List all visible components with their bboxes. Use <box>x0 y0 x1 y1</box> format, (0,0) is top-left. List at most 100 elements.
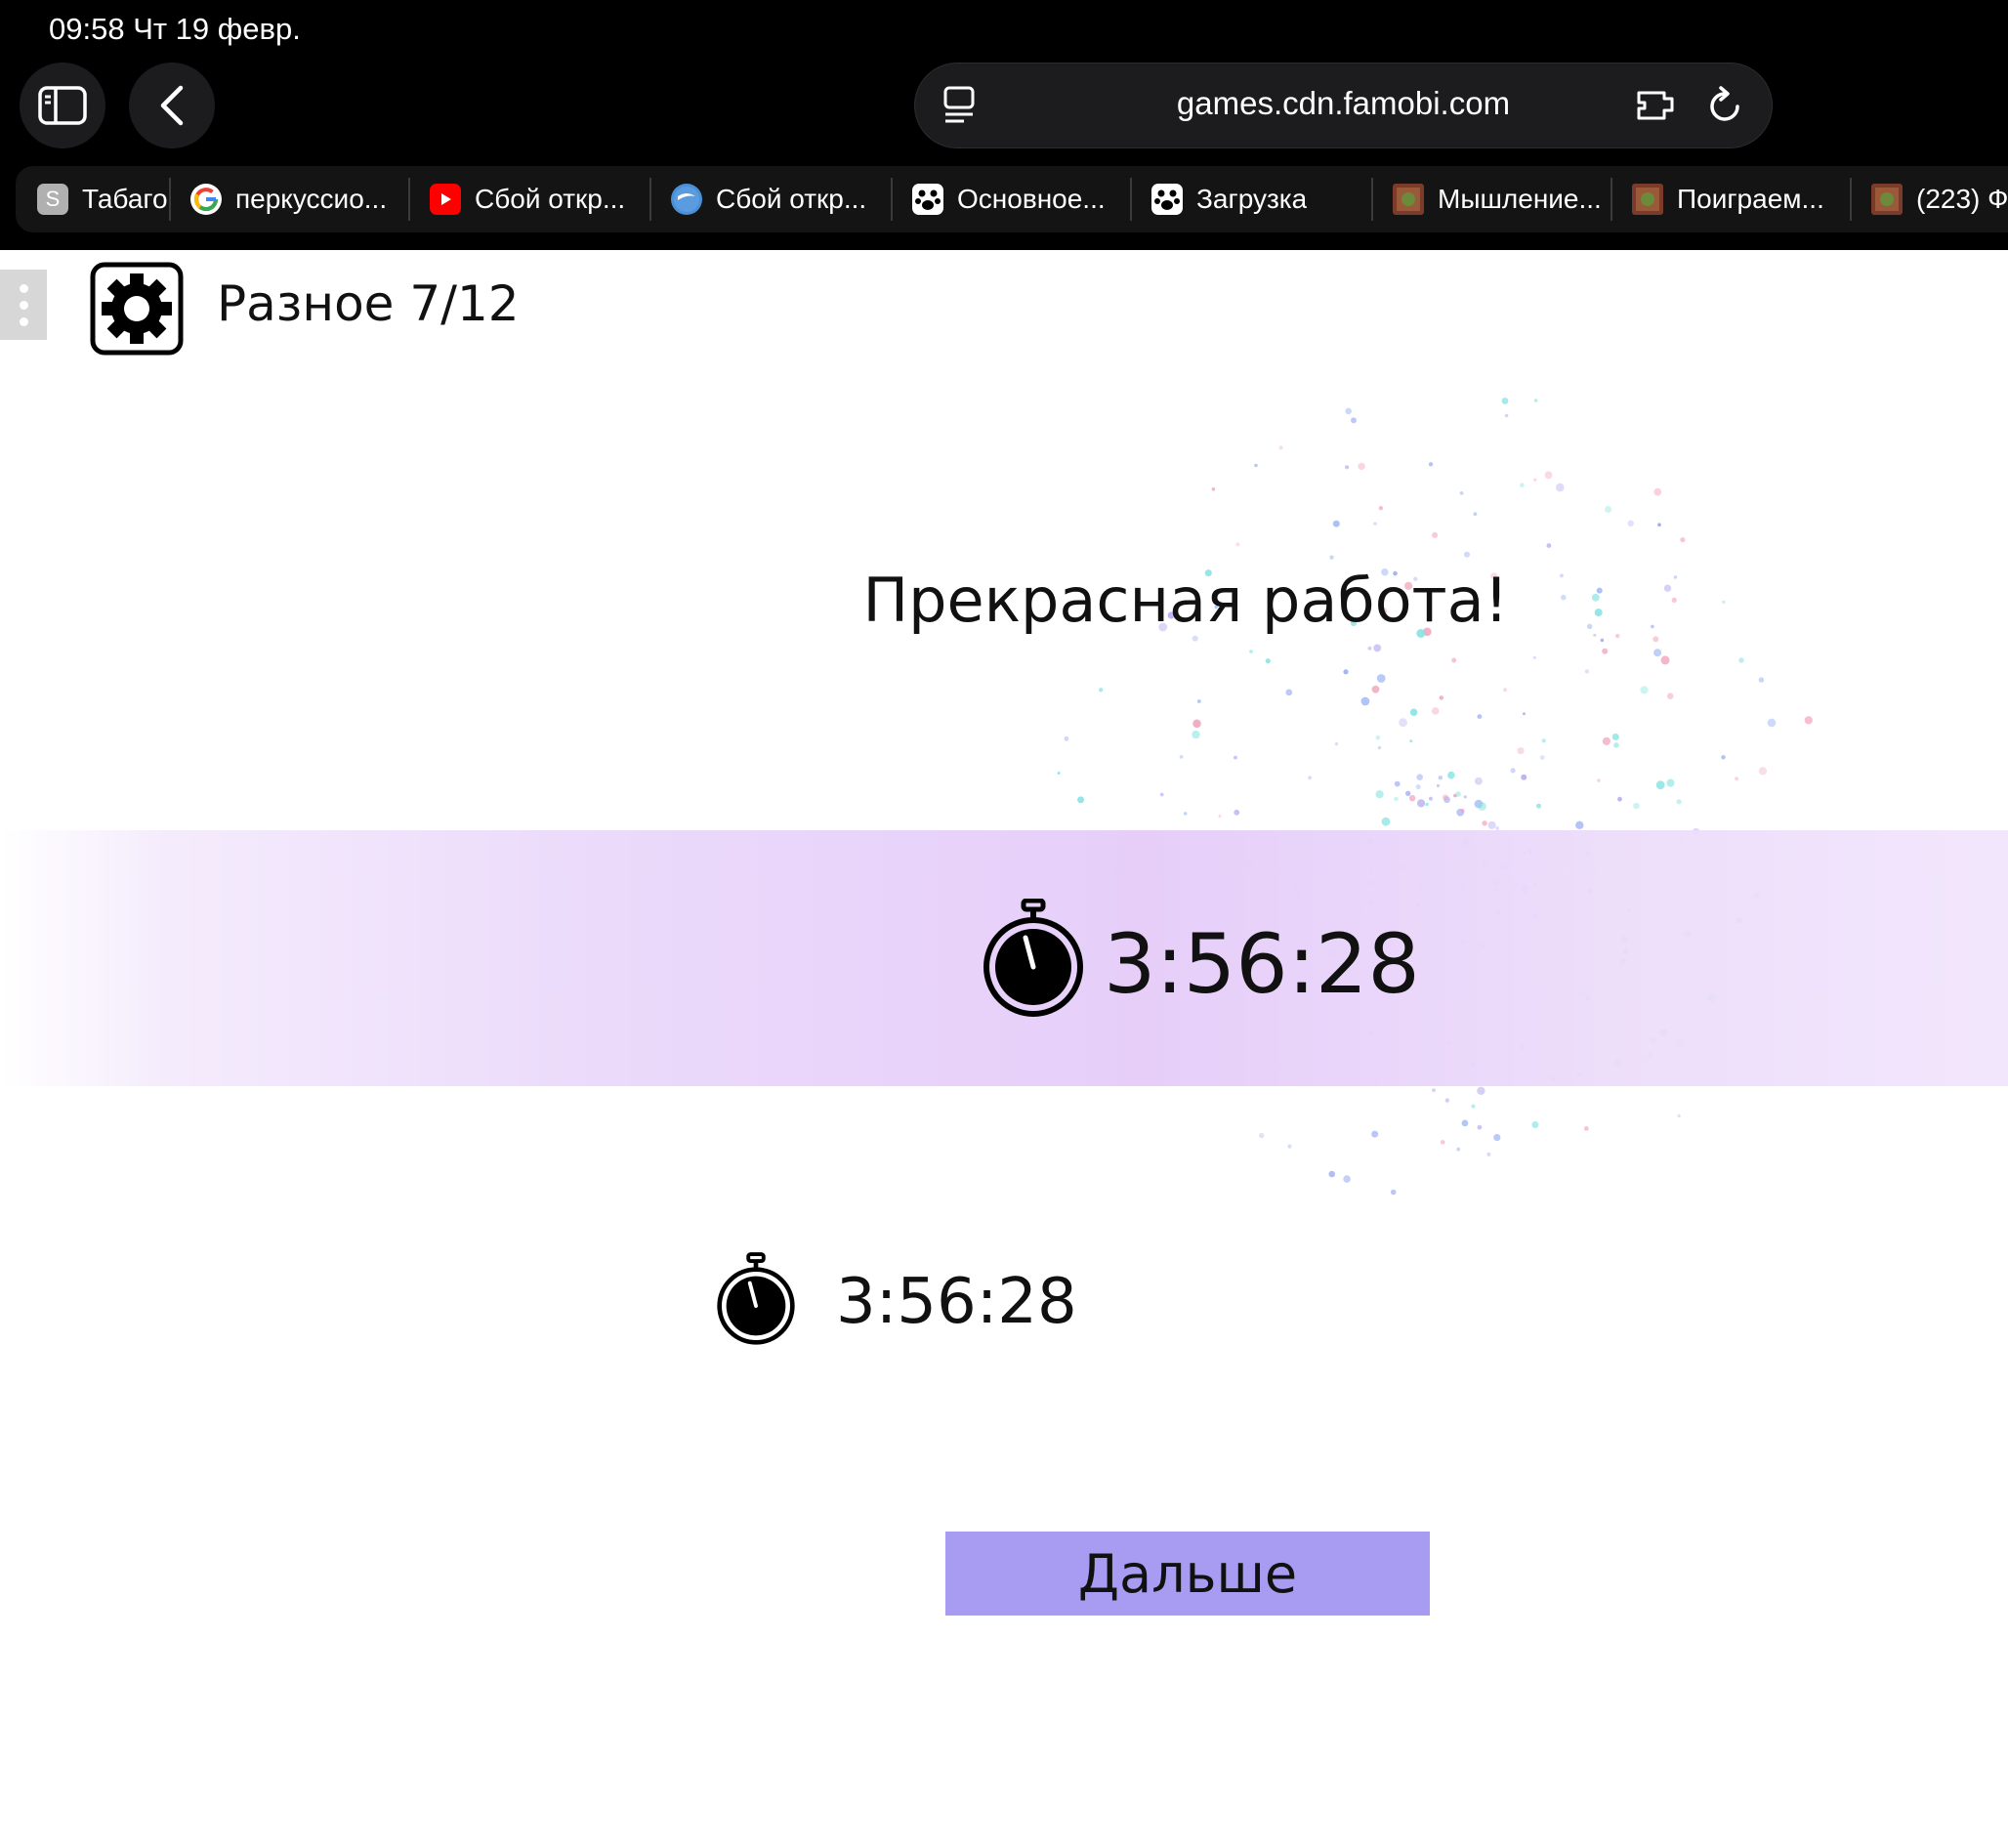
confetti-dot <box>1343 1175 1351 1183</box>
tab[interactable]: Основное... <box>891 166 1130 232</box>
confetti-dot <box>1444 1098 1450 1103</box>
tab[interactable]: Сбой откр... <box>649 166 891 232</box>
confetti-dot <box>1375 790 1384 799</box>
confetti-dot <box>1657 523 1661 526</box>
confetti-dot <box>1192 635 1198 642</box>
confetti-dot <box>1376 674 1386 683</box>
confetti-dot <box>1453 793 1457 798</box>
confetti-dot <box>1417 799 1426 808</box>
tab[interactable]: Мышление... <box>1371 166 1611 232</box>
sidebar-icon <box>38 86 87 125</box>
confetti-dot <box>1541 738 1546 743</box>
confetti-dot <box>1438 776 1443 780</box>
tab[interactable]: Сбой откр... <box>408 166 649 232</box>
confetti-dot <box>1399 718 1407 728</box>
extension-icon[interactable] <box>1635 85 1678 124</box>
confetti-dot <box>1758 677 1765 683</box>
reload-icon[interactable] <box>1707 85 1744 126</box>
best-time: 3:56:28 <box>836 1266 1077 1338</box>
confetti-dot <box>1373 644 1382 652</box>
confetti-dot <box>1633 802 1640 810</box>
confetti-dot <box>1447 771 1455 779</box>
confetti-dot <box>1367 646 1372 651</box>
confetti-dot <box>1377 745 1382 750</box>
confetti-dot <box>1477 1124 1483 1130</box>
confetti-dot <box>1676 799 1682 805</box>
tab-label: Табаго <box>82 184 168 214</box>
tab[interactable]: Поиграем... <box>1611 166 1850 232</box>
confetti-dot <box>1394 796 1399 802</box>
confetti-dot <box>1345 465 1350 470</box>
success-message: Прекрасная работа! <box>862 565 1509 636</box>
confetti-dot <box>1415 784 1421 790</box>
sidebar-toggle-button[interactable] <box>20 63 105 148</box>
confetti-dot <box>1655 780 1665 790</box>
confetti-dot <box>1183 812 1188 816</box>
confetti-dot <box>1478 802 1486 811</box>
confetti-dot <box>1345 407 1352 415</box>
confetti-dot <box>1536 803 1541 809</box>
confetti-dot <box>1436 783 1441 788</box>
confetti-dot <box>1408 795 1416 802</box>
confetti-dot <box>1477 1086 1485 1095</box>
confetti-dot <box>1501 398 1509 404</box>
confetti-dot <box>1474 799 1484 809</box>
confetti-dot <box>1378 506 1384 511</box>
confetti-dot <box>1604 505 1612 514</box>
tab-label: Мышление... <box>1438 184 1602 214</box>
confetti-dot <box>1254 463 1258 468</box>
page: 09:58 Чт 19 февр. games.cdn.famobi.com S… <box>0 0 2008 1848</box>
address-bar[interactable]: games.cdn.famobi.com <box>914 63 1773 148</box>
next-button[interactable]: Дальше <box>945 1532 1430 1616</box>
google-icon <box>190 184 222 215</box>
tab-label: (223) Ф <box>1916 184 2008 214</box>
confetti-dot <box>1510 768 1516 774</box>
confetti-dot <box>1680 537 1686 543</box>
confetti-dot <box>1428 462 1434 467</box>
confetti-dot <box>1460 809 1465 814</box>
tab[interactable]: S Табаго <box>16 166 169 232</box>
settings-button[interactable] <box>90 262 184 356</box>
tab-label: Основное... <box>957 184 1106 214</box>
confetti-dot <box>1432 1088 1436 1092</box>
s-letter-icon: S <box>37 184 68 215</box>
confetti-dot <box>1504 413 1509 418</box>
tab[interactable]: перкуссио... <box>169 166 408 232</box>
confetti-dot <box>1343 669 1349 675</box>
confetti-dot <box>1471 1104 1476 1109</box>
confetti-dot <box>1611 733 1619 741</box>
confetti-dot <box>1287 1144 1292 1149</box>
confetti-dot <box>1234 755 1237 760</box>
confetti-dot <box>1523 712 1526 716</box>
confetti-dot <box>1329 555 1334 560</box>
confetti-dot <box>1804 716 1813 725</box>
confetti-dot <box>1425 802 1429 807</box>
confetti-dot <box>1464 551 1470 558</box>
game-thumbnail-icon <box>1632 184 1663 215</box>
confetti-dot <box>1360 696 1370 706</box>
tab[interactable]: Загрузка <box>1130 166 1371 232</box>
confetti-dot <box>1640 686 1649 694</box>
confetti-dot <box>1539 755 1545 760</box>
confetti-dot <box>1533 399 1538 402</box>
confetti-dot <box>1531 1121 1539 1128</box>
youtube-icon <box>430 184 461 215</box>
confetti-dot <box>1584 669 1590 674</box>
confetti-dot <box>1517 747 1525 755</box>
confetti-dot <box>1265 658 1271 664</box>
tab[interactable]: (223) Ф <box>1850 166 2008 232</box>
tab-label: Загрузка <box>1196 184 1308 214</box>
tab-bar: S Табаго перкуссио... Сбой откр... Сбой … <box>16 166 2008 232</box>
confetti-dot <box>1456 1147 1461 1152</box>
chevron-left-icon <box>160 85 184 126</box>
confetti-dot <box>1285 689 1293 696</box>
confetti-dot <box>1371 1130 1379 1138</box>
confetti-dot <box>1461 1119 1469 1127</box>
back-button[interactable] <box>129 63 215 148</box>
paw-icon <box>912 184 943 215</box>
side-menu-handle[interactable] <box>0 270 47 340</box>
confetti-dot <box>1443 796 1450 804</box>
confetti-dot <box>1371 685 1380 693</box>
confetti-dot <box>1358 462 1365 471</box>
confetti-dot <box>1234 809 1240 816</box>
